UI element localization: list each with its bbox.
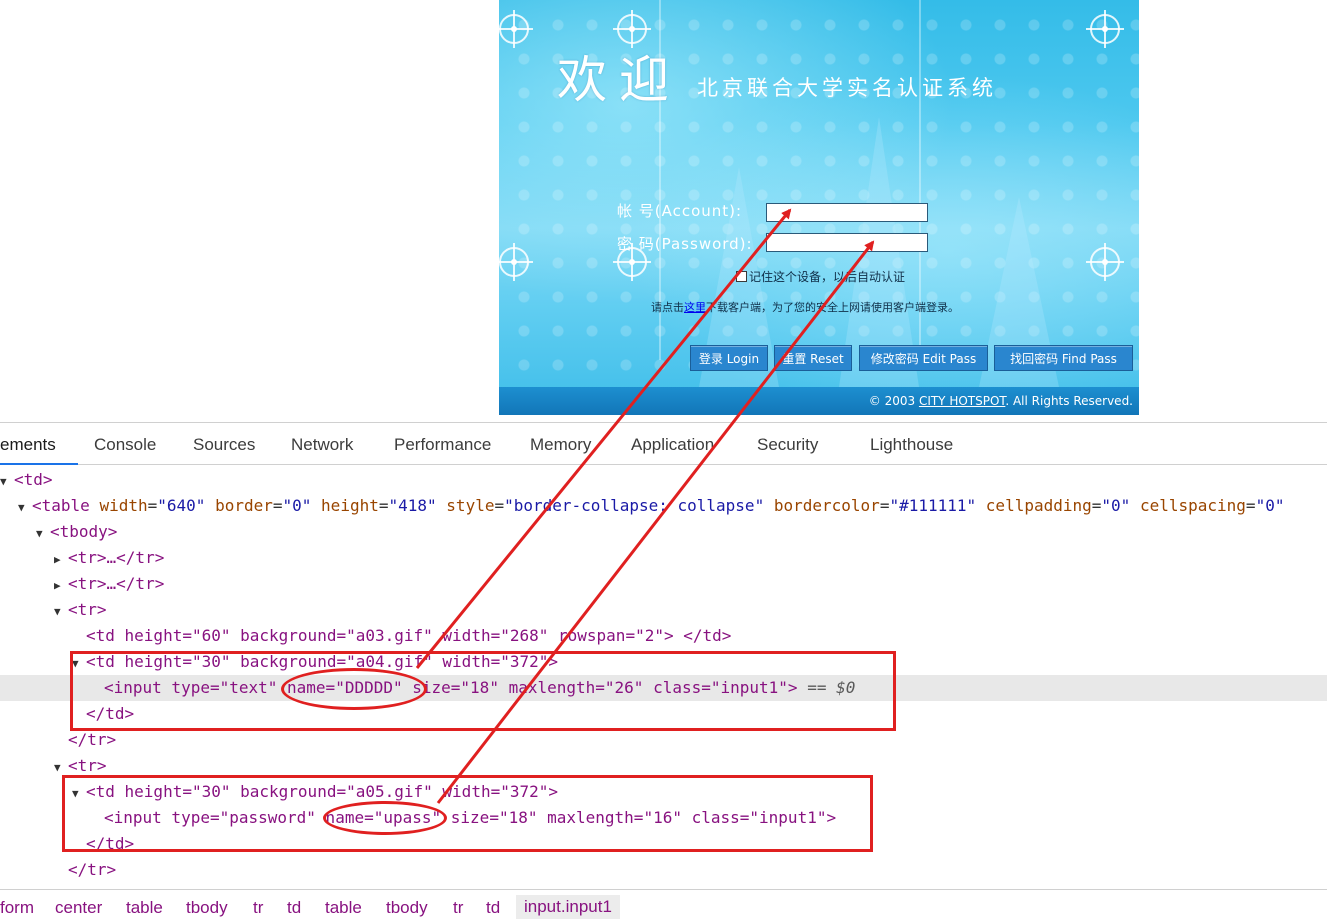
dom-node-table[interactable]: ▼ <table width="640" border="0" height="4…	[0, 493, 1327, 519]
client-download-link[interactable]: 这里	[684, 301, 706, 314]
tab-network[interactable]: Network	[291, 435, 353, 455]
welcome-title: 欢迎	[557, 51, 681, 109]
tab-console[interactable]: Console	[94, 435, 156, 455]
copyright-prefix: © 2003	[868, 394, 919, 408]
annotation-ellipse-dddd	[281, 668, 427, 710]
crosshair-icon	[1086, 243, 1124, 281]
client-note-suffix: 下载客户端，为了您的安全上网请使用客户端登录。	[706, 301, 959, 314]
tab-elements[interactable]: ements	[0, 435, 56, 455]
expand-arrow-icon[interactable]: ▼	[18, 495, 32, 521]
breadcrumb-item[interactable]: tr	[453, 898, 463, 918]
dom-tag: </tr>	[68, 730, 117, 749]
copyright-suffix: . All Rights Reserved.	[1005, 394, 1133, 408]
dom-node-tr[interactable]: ▼ <tr>	[0, 597, 1327, 623]
attr-name: cellspacing	[1139, 496, 1246, 515]
dom-node-tr-close[interactable]: </tr>	[0, 857, 1327, 883]
attr-name: border	[215, 496, 273, 515]
login-button[interactable]: 登录 Login	[690, 345, 768, 371]
breadcrumb-item[interactable]: table	[126, 898, 163, 918]
devtools-tab-bar: ements Console Sources Network Performan…	[0, 423, 1327, 465]
system-title: 北京联合大学实名认证系统	[697, 76, 997, 100]
expand-arrow-icon[interactable]: ▼	[54, 599, 68, 625]
attr-name: width	[99, 496, 148, 515]
tab-sources[interactable]: Sources	[193, 435, 255, 455]
attr-name: bordercolor	[773, 496, 880, 515]
tab-lighthouse[interactable]: Lighthouse	[870, 435, 953, 455]
expand-arrow-icon[interactable]: ▼	[0, 469, 14, 495]
breadcrumb-current[interactable]: input.input1	[516, 895, 620, 919]
dom-tag: <table	[32, 496, 90, 515]
breadcrumb-item[interactable]: tr	[253, 898, 263, 918]
attr-value: "0"	[282, 496, 312, 515]
breadcrumb-item[interactable]: tbody	[186, 898, 228, 918]
breadcrumb-item[interactable]: table	[325, 898, 362, 918]
login-page: 欢迎 北京联合大学实名认证系统 帐 号(Account): 密 码(Passwo…	[499, 0, 1139, 415]
remember-device-label: 记住这个设备，以后自动认证	[749, 270, 906, 284]
breadcrumb-item[interactable]: form	[0, 898, 34, 918]
attr-value: "0"	[1101, 496, 1131, 515]
breadcrumb-item[interactable]: tbody	[386, 898, 428, 918]
breadcrumb-item[interactable]: td	[486, 898, 500, 918]
password-input[interactable]	[766, 233, 928, 252]
breadcrumb-item[interactable]: td	[287, 898, 301, 918]
edit-pass-button[interactable]: 修改密码 Edit Pass	[859, 345, 988, 371]
attr-name: style	[446, 496, 495, 515]
dom-tag: <tr>	[68, 756, 107, 775]
attr-value: "418"	[388, 496, 437, 515]
attr-name: cellpadding	[985, 496, 1092, 515]
dom-tag: <tbody>	[50, 522, 118, 541]
dom-tag: </tr>	[68, 860, 117, 879]
dom-tag: <td height="60" background="a03.gif" wid…	[86, 626, 732, 645]
breadcrumb: form center table tbody tr td table tbod…	[0, 889, 1327, 924]
dom-tag: <tr>…</tr>	[68, 548, 165, 567]
reset-button[interactable]: 重置 Reset	[774, 345, 852, 371]
dom-node-td[interactable]: ▼ <td>	[0, 467, 1327, 493]
collapse-arrow-icon[interactable]: ▶	[54, 573, 68, 599]
password-label: 密 码(Password):	[617, 235, 753, 253]
tab-memory[interactable]: Memory	[530, 435, 591, 455]
tab-performance[interactable]: Performance	[394, 435, 491, 455]
remember-device-checkbox[interactable]	[736, 271, 747, 282]
account-label: 帐 号(Account):	[617, 202, 743, 220]
attr-value: "0"	[1255, 496, 1285, 515]
find-pass-button[interactable]: 找回密码 Find Pass	[994, 345, 1133, 371]
breadcrumb-item[interactable]: center	[55, 898, 102, 918]
expand-arrow-icon[interactable]: ▼	[36, 521, 50, 547]
tab-application[interactable]: Application	[631, 435, 714, 455]
dom-node-tr-collapsed[interactable]: ▶ <tr>…</tr>	[0, 545, 1327, 571]
annotation-box-password	[62, 775, 873, 852]
crosshair-icon	[499, 243, 533, 281]
client-note-prefix: 请点击	[651, 301, 684, 314]
attr-value: "#111111"	[889, 496, 977, 515]
dom-tag: <td>	[14, 470, 53, 489]
crosshair-icon	[499, 10, 533, 48]
dom-tag: <tr>	[68, 600, 107, 619]
attr-name: height	[321, 496, 379, 515]
copyright-footer: © 2003 CITY HOTSPOT. All Rights Reserved…	[499, 387, 1139, 415]
dom-node-tr-collapsed[interactable]: ▶ <tr>…</tr>	[0, 571, 1327, 597]
annotation-box-account	[70, 651, 896, 731]
active-tab-indicator	[0, 463, 78, 465]
account-input[interactable]	[766, 203, 928, 222]
tab-security[interactable]: Security	[757, 435, 818, 455]
city-hotspot-link[interactable]: CITY HOTSPOT	[919, 394, 1005, 408]
attr-value: "640"	[157, 496, 206, 515]
client-download-note: 请点击这里下载客户端，为了您的安全上网请使用客户端登录。	[651, 299, 959, 315]
crosshair-icon	[1086, 10, 1124, 48]
attr-value: "border-collapse: collapse"	[504, 496, 765, 515]
dom-node-tbody[interactable]: ▼ <tbody>	[0, 519, 1327, 545]
annotation-ellipse-upass	[323, 801, 447, 835]
dom-node-td-a03[interactable]: <td height="60" background="a03.gif" wid…	[0, 623, 1327, 649]
dom-tag: <tr>…</tr>	[68, 574, 165, 593]
collapse-arrow-icon[interactable]: ▶	[54, 547, 68, 573]
remember-device-row: 记住这个设备，以后自动认证	[736, 268, 905, 285]
